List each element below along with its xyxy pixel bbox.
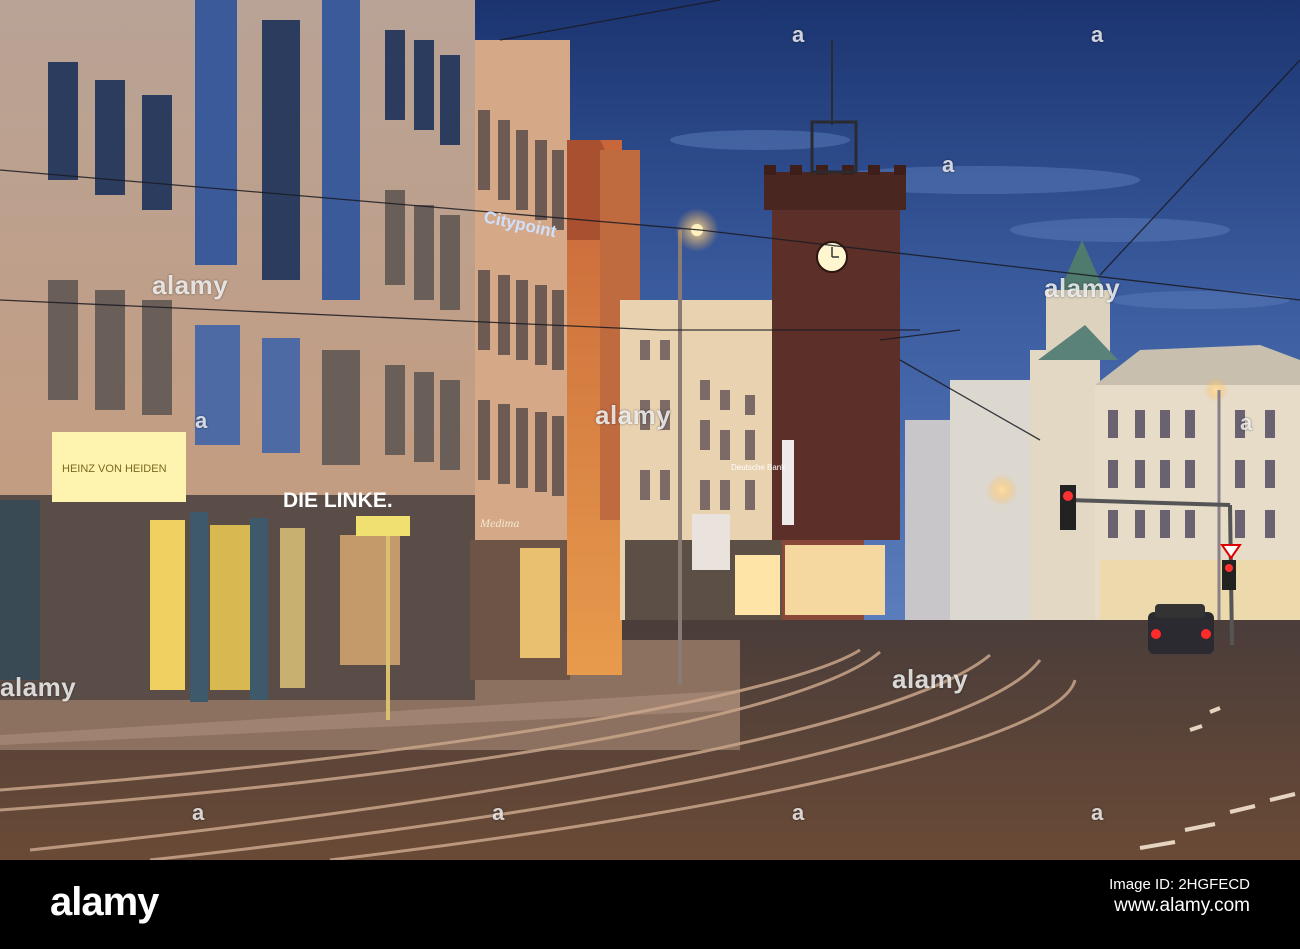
watermark-a: a: [192, 800, 205, 825]
heinz-sign-text: HEINZ VON HEIDEN: [62, 463, 167, 475]
street-sign: [356, 516, 410, 536]
watermark-a: a: [195, 408, 208, 433]
watermark-a: a: [792, 22, 805, 47]
watermark: alamy: [152, 270, 229, 300]
watermark: alamy: [0, 672, 77, 702]
footer-bar: alamy Image ID: 2HGFECD www.alamy.com: [0, 860, 1300, 949]
pillar: [250, 518, 268, 700]
watermark: alamy: [892, 664, 969, 694]
dielinke-sign-text: DIE LINKE.: [283, 489, 393, 512]
pillar: [190, 512, 208, 702]
photo-stage: HEINZ VON HEIDEN DIE LINKE. Citypoint Me…: [0, 0, 1300, 949]
alamy-logo[interactable]: alamy: [50, 880, 159, 925]
shop-sign-text: Medima: [479, 516, 519, 530]
watermark-a: a: [792, 800, 805, 825]
watermark-a: a: [942, 152, 955, 177]
watermark-a: a: [1240, 410, 1253, 435]
watermark: alamy: [595, 400, 672, 430]
bank-sign-text: Deutsche Bank: [731, 463, 786, 472]
image-info: Image ID: 2HGFECD www.alamy.com: [1109, 876, 1250, 917]
watermark-a: a: [1091, 22, 1104, 47]
info-board: [692, 514, 730, 570]
image-id-label: Image ID: 2HGFECD: [1109, 876, 1250, 893]
watermark: alamy: [1044, 273, 1121, 303]
watermark-a: a: [492, 800, 505, 825]
site-url[interactable]: www.alamy.com: [1109, 895, 1250, 917]
watermark-a: a: [1091, 800, 1104, 825]
